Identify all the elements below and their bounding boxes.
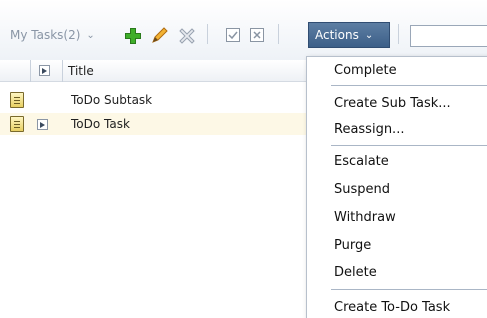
actions-menu: Complete Create Sub Task... Reassign... …: [306, 56, 487, 318]
menu-item-purge[interactable]: Purge: [307, 234, 487, 258]
search-input[interactable]: [410, 25, 487, 47]
toolbar-separator: [398, 24, 399, 44]
column-divider: [62, 60, 63, 82]
x-icon[interactable]: [178, 27, 196, 45]
expand-all-icon[interactable]: [39, 65, 50, 76]
task-icon: [10, 116, 24, 132]
task-title[interactable]: ToDo Task: [71, 117, 130, 131]
task-icon: [10, 92, 24, 108]
plus-icon[interactable]: [124, 27, 142, 45]
menu-separator: [331, 289, 487, 290]
menu-item-create-todo-task[interactable]: Create To-Do Task: [307, 296, 487, 318]
toolbar: My Tasks(2) ⌄ Actions ⌄: [0, 0, 487, 60]
actions-button[interactable]: Actions ⌄: [308, 22, 390, 48]
column-header-title[interactable]: Title: [68, 64, 94, 78]
actions-label: Actions: [315, 28, 359, 42]
menu-item-withdraw[interactable]: Withdraw: [307, 206, 487, 230]
menu-separator: [331, 145, 487, 146]
toolbar-separator: [207, 24, 208, 44]
checkbox-icon[interactable]: [226, 28, 240, 42]
menu-item-reassign[interactable]: Reassign...: [307, 118, 487, 142]
toolbar-separator: [278, 24, 279, 44]
chevron-down-icon: ⌄: [364, 29, 374, 41]
column-divider: [30, 60, 31, 82]
task-title[interactable]: ToDo Subtask: [71, 93, 152, 107]
menu-item-complete[interactable]: Complete: [307, 59, 487, 83]
reject-icon[interactable]: [250, 28, 264, 42]
pencil-icon[interactable]: [150, 25, 170, 45]
expand-icon[interactable]: [37, 119, 48, 130]
menu-item-create-sub-task[interactable]: Create Sub Task...: [307, 92, 487, 116]
menu-item-escalate[interactable]: Escalate: [307, 150, 487, 174]
view-selector[interactable]: My Tasks(2) ⌄: [10, 28, 95, 42]
menu-item-suspend[interactable]: Suspend: [307, 178, 487, 202]
menu-item-delete[interactable]: Delete: [307, 261, 487, 285]
menu-separator: [331, 85, 487, 86]
chevron-down-icon: ⌄: [86, 29, 95, 41]
view-selector-label: My Tasks(2): [10, 28, 81, 42]
